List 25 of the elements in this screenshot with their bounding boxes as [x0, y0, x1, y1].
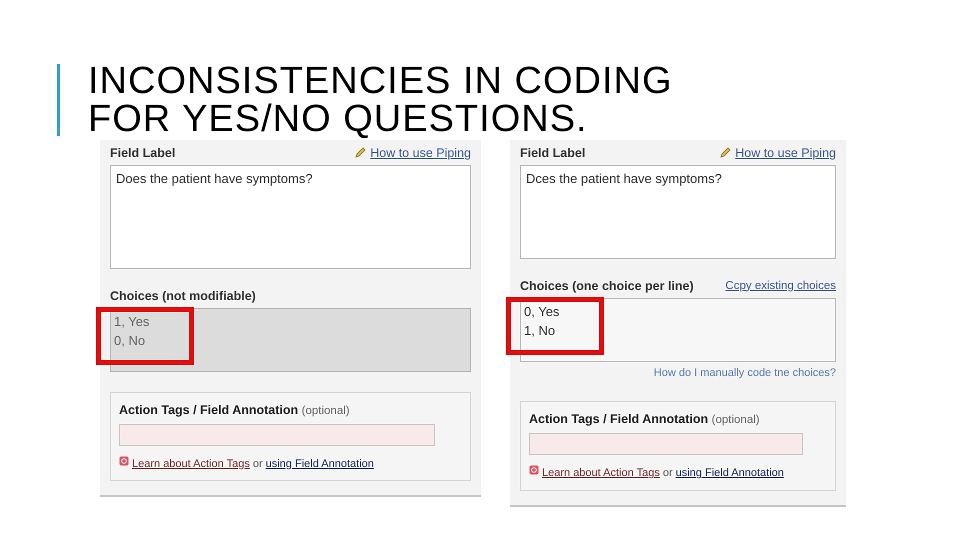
or-text: or: [252, 456, 263, 472]
copy-choices-link[interactable]: Ccpy existing choices: [725, 278, 836, 295]
field-annotation-link[interactable]: using Field Annotation: [266, 456, 374, 472]
choices-heading: Choices (not modifiable): [110, 288, 256, 305]
field-label-heading: Field Label: [520, 145, 586, 162]
pencil-icon: [719, 147, 732, 160]
piping-link[interactable]: How to use Piping: [370, 144, 471, 163]
annotation-input[interactable]: [529, 433, 804, 456]
choices-textarea: 1, Yes 0, No: [110, 308, 471, 372]
field-label-textarea[interactable]: Does the patient have symptoms?: [110, 164, 471, 269]
field-annotation-link[interactable]: using Field Annotation: [676, 465, 784, 482]
field-label-textarea[interactable]: Dces the patient have symptoms?: [520, 164, 836, 259]
piping-link[interactable]: How to use Piping: [735, 144, 836, 163]
annotation-input[interactable]: [119, 424, 435, 446]
choices-heading: Choices (one choice per line): [520, 278, 694, 295]
or-text: or: [662, 466, 673, 482]
action-tags-link[interactable]: Learn about Action Tags: [132, 456, 250, 472]
slide-title: INCONSISTENCIES IN CODING FOR YES/NO QUESTIONS.: [88, 62, 674, 138]
pencil-icon: [354, 147, 366, 160]
choices-textarea[interactable]: 0, Yes 1, No: [520, 298, 836, 362]
action-tags-heading: Action Tags / Field Annotation (optional): [529, 411, 761, 428]
action-tags-link[interactable]: Learn about Action Tags: [542, 465, 660, 482]
action-tags-heading: Action Tags / Field Annotation (optional): [119, 402, 351, 419]
field-label-heading: Field Label: [110, 145, 176, 162]
manual-coding-link[interactable]: How do I manually code tne choices?: [654, 364, 836, 381]
